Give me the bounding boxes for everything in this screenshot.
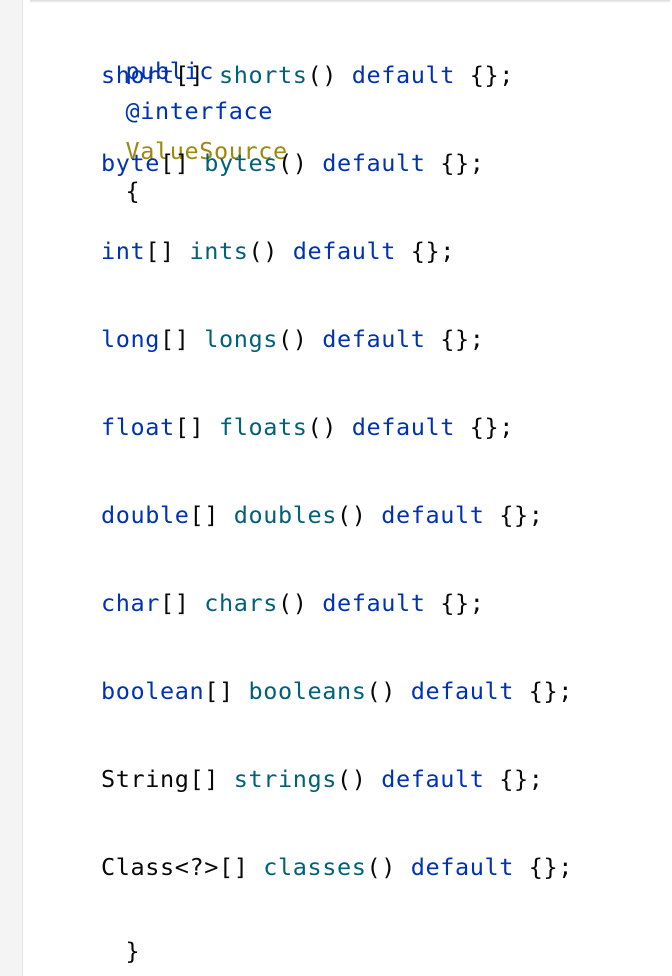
member-type-suffix: []	[160, 149, 190, 177]
default-value: {};	[410, 237, 455, 265]
close-brace: }	[125, 937, 141, 965]
default-value: {};	[528, 853, 573, 881]
member-parens: ()	[366, 677, 396, 705]
default-keyword: default	[410, 853, 514, 881]
member-line-floats[interactable]: float[] floats() default {};	[37, 407, 514, 447]
member-line-doubles[interactable]: double[] doubles() default {};	[37, 495, 544, 535]
member-parens: ()	[307, 61, 337, 89]
member-parens: ()	[366, 853, 396, 881]
member-type[interactable]: String	[101, 765, 190, 793]
member-type-suffix: []	[189, 765, 219, 793]
member-name[interactable]: doubles	[234, 501, 337, 529]
member-parens: ()	[337, 765, 367, 793]
default-keyword: default	[351, 61, 455, 89]
member-type: int	[101, 237, 146, 265]
member-line-classes[interactable]: Class<?>[] classes() default {};	[37, 847, 573, 887]
member-type-suffix: []	[160, 589, 190, 617]
member-line-longs[interactable]: long[] longs() default {};	[37, 319, 485, 359]
member-line-ints[interactable]: int[] ints() default {};	[37, 231, 455, 271]
closing-brace-line[interactable]: }	[37, 891, 140, 965]
member-name[interactable]: classes	[263, 853, 366, 881]
member-type-suffix: []	[204, 677, 234, 705]
member-type-suffix: []	[174, 413, 205, 441]
code-editor[interactable]: public @interface ValueSource { short[] …	[0, 0, 672, 976]
member-type[interactable]: Class	[101, 853, 175, 881]
member-parens: ()	[307, 413, 337, 441]
member-type-suffix: []	[145, 237, 175, 265]
default-keyword: default	[381, 501, 485, 529]
editor-gutter[interactable]	[0, 0, 23, 976]
interface-declaration-line[interactable]: public @interface ValueSource {	[37, 11, 288, 205]
member-type: float	[101, 413, 175, 441]
default-value: {};	[440, 589, 485, 617]
member-type: byte	[101, 149, 160, 177]
member-line-shorts[interactable]: short[] shorts() default {};	[37, 55, 514, 95]
member-type-suffix: <?>[]	[174, 853, 249, 881]
member-name[interactable]: bytes	[204, 149, 278, 177]
member-type: char	[101, 589, 160, 617]
member-type: long	[101, 325, 160, 353]
default-value: {};	[469, 413, 514, 441]
default-keyword: default	[322, 149, 426, 177]
member-name[interactable]: ints	[190, 237, 249, 265]
member-type: boolean	[101, 677, 205, 705]
default-value: {};	[440, 325, 485, 353]
default-keyword: default	[322, 589, 426, 617]
default-keyword: default	[381, 765, 485, 793]
member-line-strings[interactable]: String[] strings() default {};	[37, 759, 544, 799]
member-line-chars[interactable]: char[] chars() default {};	[37, 583, 485, 623]
default-keyword: default	[322, 325, 426, 353]
member-line-bytes[interactable]: byte[] bytes() default {};	[37, 143, 485, 183]
member-line-booleans[interactable]: boolean[] booleans() default {};	[37, 671, 573, 711]
default-keyword: default	[351, 413, 455, 441]
member-name[interactable]: booleans	[249, 677, 367, 705]
member-type: short	[101, 61, 175, 89]
member-parens: ()	[248, 237, 278, 265]
member-type-suffix: []	[160, 325, 190, 353]
member-parens: ()	[337, 501, 367, 529]
member-parens: ()	[278, 589, 308, 617]
member-name[interactable]: shorts	[219, 61, 308, 89]
member-parens: ()	[278, 149, 308, 177]
member-name[interactable]: strings	[234, 765, 337, 793]
default-value: {};	[469, 61, 514, 89]
default-keyword: default	[292, 237, 396, 265]
default-keyword: default	[410, 677, 514, 705]
default-value: {};	[499, 501, 544, 529]
member-name[interactable]: chars	[204, 589, 278, 617]
member-type-suffix: []	[189, 501, 219, 529]
code-area[interactable]: public @interface ValueSource { short[] …	[37, 0, 667, 965]
member-name[interactable]: floats	[219, 413, 308, 441]
member-type-suffix: []	[174, 61, 205, 89]
default-value: {};	[499, 765, 544, 793]
interface-keyword: @interface	[125, 97, 273, 125]
member-type: double	[101, 501, 190, 529]
member-name[interactable]: longs	[204, 325, 278, 353]
default-value: {};	[440, 149, 485, 177]
default-value: {};	[528, 677, 573, 705]
member-parens: ()	[278, 325, 308, 353]
